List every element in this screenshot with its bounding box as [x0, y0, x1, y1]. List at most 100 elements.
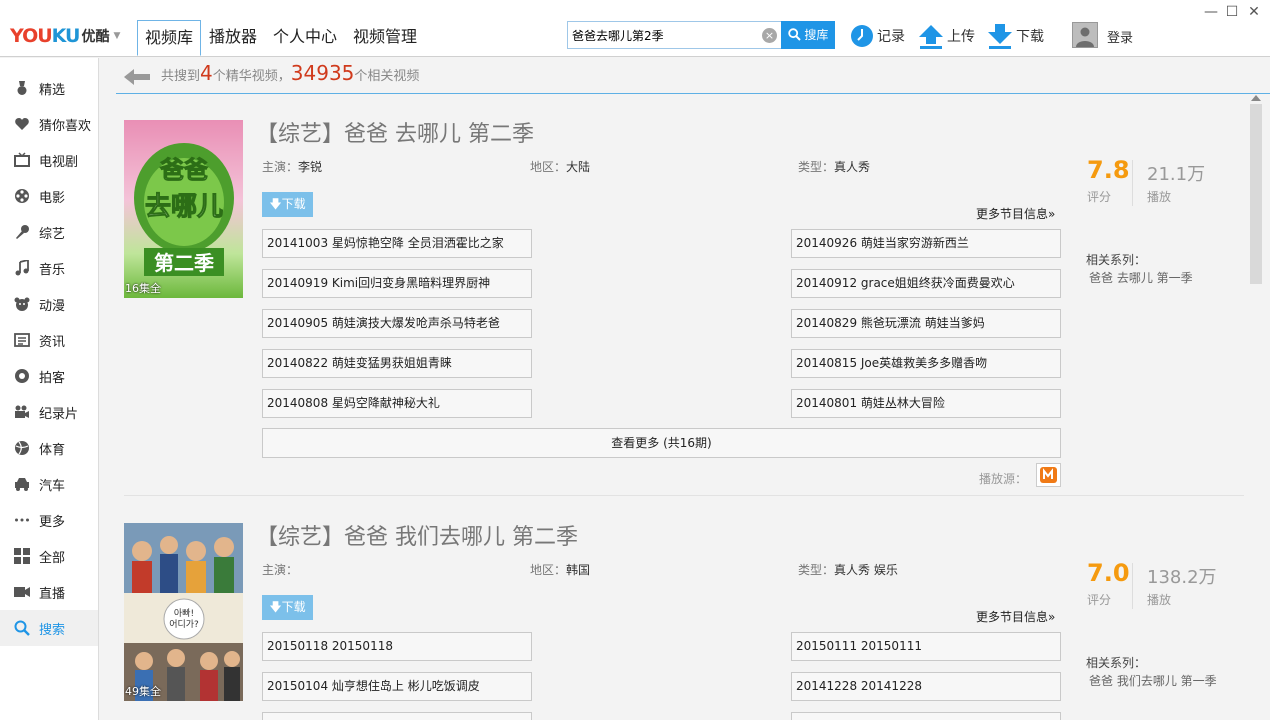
sidebar-item-label: 电视剧 — [39, 154, 79, 170]
source-logo-icon[interactable] — [1036, 463, 1061, 487]
tv-icon — [13, 151, 31, 169]
episode-button[interactable]: 20140815 Joe英雄救美多多赠香吻 — [791, 349, 1061, 378]
tab-video-manage[interactable]: 视频管理 — [347, 20, 423, 56]
score-label: 评分 — [1087, 593, 1112, 607]
download-button[interactable]: 下载 — [987, 22, 1044, 50]
history-button[interactable]: 记录 — [850, 22, 905, 50]
news-icon — [13, 331, 31, 349]
genre: 类型：真人秀 — [798, 158, 870, 175]
sidebar-item-label: 资讯 — [39, 334, 66, 350]
starring: 主演：李锐 — [262, 158, 322, 175]
episode-button[interactable]: 20140926 萌娃当家穷游新西兰 — [791, 229, 1061, 258]
episode-button[interactable]: 20140801 萌娃丛林大冒险 — [791, 389, 1061, 418]
back-arrow-icon[interactable] — [124, 68, 150, 90]
sidebar-item-tv-series[interactable]: 电视剧 — [0, 142, 98, 178]
sidebar-item-more[interactable]: 更多 — [0, 502, 98, 538]
sidebar-item-auto[interactable]: 汽车 — [0, 466, 98, 502]
search-input[interactable] — [572, 25, 757, 45]
play-count-label: 播放 — [1147, 190, 1172, 204]
sidebar-item-movie[interactable]: 电影 — [0, 178, 98, 214]
download-button[interactable]: 🡇下载 — [262, 192, 313, 217]
result-separator — [124, 495, 1244, 496]
episodes-badge: 49集全 — [125, 685, 161, 698]
download-button[interactable]: 🡇下载 — [262, 595, 313, 620]
episode-button[interactable]: 20140808 星妈空降献神秘大礼 — [262, 389, 532, 418]
related-series-link[interactable]: 爸爸 我们去哪儿 第一季 — [1089, 672, 1217, 689]
top-bar: YOUKU优酷 ▼ 视频库 播放器 个人中心 视频管理 × 搜库 记录 上传 下载 — [0, 0, 1270, 57]
sidebar-item-documentary[interactable]: 纪录片 — [0, 394, 98, 430]
sidebar-item-news[interactable]: 资讯 — [0, 322, 98, 358]
region-label: 地区： — [530, 563, 567, 577]
sidebar-item-featured[interactable]: 精选 — [0, 70, 98, 106]
sidebar-item-music[interactable]: 音乐 — [0, 250, 98, 286]
poster-image[interactable]: 아빠! 어디가? 49集全 — [124, 523, 243, 701]
maximize-icon[interactable]: ☐ — [1224, 4, 1240, 20]
clock-icon — [851, 25, 873, 47]
more-dots-icon — [13, 511, 31, 529]
microphone-icon — [13, 223, 31, 241]
episode-button[interactable]: 20140912 grace姐姐终获冷面费曼欢心 — [791, 269, 1061, 298]
sidebar-item-anime[interactable]: 动漫 — [0, 286, 98, 322]
related-series-link[interactable]: 爸爸 去哪儿 第一季 — [1089, 269, 1193, 286]
grid-icon — [13, 547, 31, 565]
episode-button[interactable]: 20150118 20150118 — [262, 632, 532, 661]
episode-button[interactable]: 20140905 萌娃演技大爆发呛声杀马特老爸 — [262, 309, 532, 338]
minimize-icon[interactable]: — — [1203, 4, 1219, 20]
starring-value[interactable]: 李锐 — [298, 160, 322, 174]
starring: 主演： — [262, 561, 298, 578]
result-title[interactable]: 【综艺】爸爸 我们去哪儿 第二季 — [256, 519, 578, 551]
episode-button[interactable]: 20141003 星妈惊艳空降 全员泪洒霍比之家 — [262, 229, 532, 258]
tab-video-library[interactable]: 视频库 — [137, 20, 201, 56]
clear-search-icon[interactable]: × — [762, 28, 777, 43]
episode-button[interactable]: 20150111 20150111 — [791, 632, 1061, 661]
upload-button[interactable]: 上传 — [918, 22, 975, 50]
avatar[interactable] — [1072, 22, 1098, 48]
score-value: 7.0 — [1087, 559, 1130, 587]
car-icon — [13, 475, 31, 493]
episode-button[interactable]: 20141228 20141228 — [791, 672, 1061, 701]
related-series-label: 相关系列： — [1086, 656, 1147, 670]
video-camera-icon — [13, 403, 31, 421]
more-info-link[interactable]: 更多节目信息» — [976, 205, 1055, 222]
see-more-button[interactable]: 查看更多 (共16期) — [262, 428, 1061, 458]
tab-personal-center[interactable]: 个人中心 — [267, 20, 343, 56]
scrollbar-thumb[interactable] — [1250, 104, 1262, 284]
login-link[interactable]: 登录 — [1107, 27, 1133, 46]
logo-cn: 优酷 — [81, 29, 110, 45]
search-box: × — [567, 21, 782, 49]
result-title[interactable]: 【综艺】爸爸 去哪儿 第二季 — [256, 116, 534, 148]
search-button[interactable]: 搜库 — [781, 21, 835, 49]
episode-button[interactable] — [791, 712, 1061, 720]
sidebar-item-label: 汽车 — [39, 478, 66, 494]
download-icon — [988, 24, 1012, 49]
poster-image[interactable]: 爸爸 去哪儿 第二季 16集全 — [124, 120, 243, 298]
tab-player[interactable]: 播放器 — [203, 20, 263, 56]
search-icon — [13, 619, 31, 637]
play-count-label: 播放 — [1147, 593, 1172, 607]
search-icon — [787, 28, 805, 42]
live-icon — [13, 583, 31, 601]
more-info-link[interactable]: 更多节目信息» — [976, 608, 1055, 625]
sidebar-item-variety[interactable]: 综艺 — [0, 214, 98, 250]
download-label: 下载 — [1016, 29, 1044, 45]
episode-button[interactable] — [262, 712, 532, 720]
sidebar-item-live[interactable]: 直播 — [0, 574, 98, 610]
sidebar-item-guess-you-like[interactable]: 猜你喜欢 — [0, 106, 98, 142]
sidebar-item-search[interactable]: 搜索 — [0, 610, 98, 646]
sidebar-item-paike[interactable]: 拍客 — [0, 358, 98, 394]
sidebar-item-all[interactable]: 全部 — [0, 538, 98, 574]
episodes-badge: 16集全 — [125, 282, 161, 295]
episode-button[interactable]: 20140829 熊爸玩漂流 萌娃当爹妈 — [791, 309, 1061, 338]
score-value: 7.8 — [1087, 156, 1130, 184]
scroll-up-icon[interactable] — [1251, 95, 1261, 101]
user-icon — [1076, 27, 1094, 47]
film-reel-icon — [13, 187, 31, 205]
youku-logo[interactable]: YOU KU 优酷 ▼ — [10, 24, 120, 48]
sidebar-item-label: 音乐 — [39, 262, 66, 278]
logo-dropdown-icon[interactable]: ▼ — [114, 31, 121, 41]
sidebar-item-sports[interactable]: 体育 — [0, 430, 98, 466]
episode-button[interactable]: 20150104 灿亨想住岛上 彬儿吃饭调皮 — [262, 672, 532, 701]
close-icon[interactable]: ✕ — [1246, 4, 1262, 20]
episode-button[interactable]: 20140919 Kimi回归变身黑暗料理界厨神 — [262, 269, 532, 298]
episode-button[interactable]: 20140822 萌娃变猛男获姐姐青睐 — [262, 349, 532, 378]
